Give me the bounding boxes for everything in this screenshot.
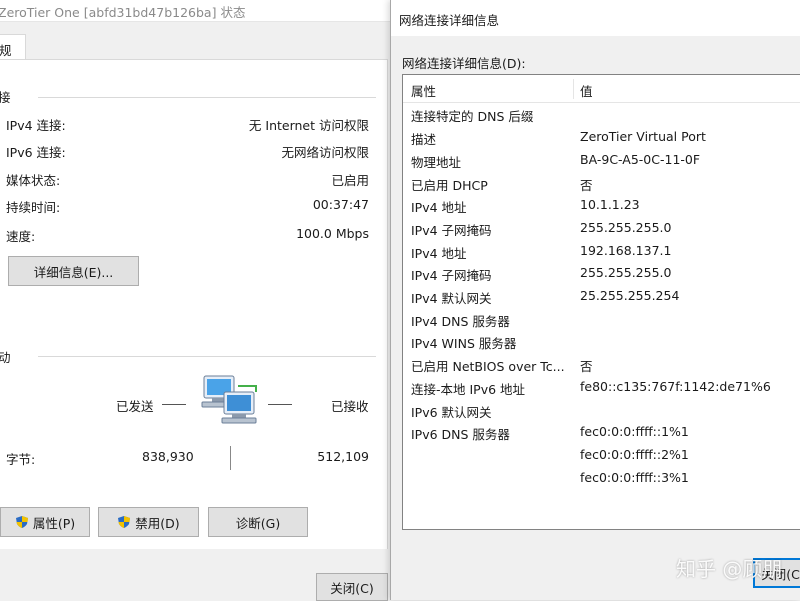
row-value: fec0:0:0:ffff::1%1 bbox=[580, 424, 689, 439]
column-header-value[interactable]: 值 bbox=[580, 81, 593, 100]
bytes-label: 字节: bbox=[6, 452, 36, 467]
ipv6-connectivity-label: IPv6 连接: bbox=[6, 145, 66, 160]
uac-shield-icon bbox=[15, 516, 28, 528]
row-property: 物理地址 bbox=[411, 155, 462, 170]
row-property: IPv4 默认网关 bbox=[411, 291, 492, 306]
row-value: 否 bbox=[580, 178, 593, 193]
row-property: 已启用 DHCP bbox=[411, 178, 488, 193]
disable-button-label: 禁用(D) bbox=[135, 515, 180, 531]
media-state-label: 媒体状态: bbox=[6, 173, 61, 188]
status-titlebar[interactable]: ZeroTier One [abfd31bd47b126ba] 状态 bbox=[0, 0, 392, 22]
row-property: IPv4 子网掩码 bbox=[411, 268, 492, 283]
list-header: 属性 值 bbox=[403, 75, 800, 103]
row-property: IPv6 DNS 服务器 bbox=[411, 427, 510, 442]
details-dialog-title: 网络连接详细信息 bbox=[399, 13, 500, 28]
sent-line bbox=[162, 404, 186, 405]
watermark: 知乎 @顾朋 bbox=[676, 553, 782, 582]
row-value: fec0:0:0:ffff::2%1 bbox=[580, 447, 689, 462]
ipv4-connectivity-label: IPv4 连接: bbox=[6, 118, 66, 133]
details-list-label: 网络连接详细信息(D): bbox=[402, 56, 526, 71]
received-line bbox=[268, 404, 292, 405]
row-property: IPv4 WINS 服务器 bbox=[411, 336, 517, 351]
network-computers-icon bbox=[201, 375, 257, 424]
sent-label: 已发送 bbox=[116, 399, 154, 414]
status-close-button-label: 关闭(C) bbox=[330, 580, 374, 596]
row-property: IPv4 子网掩码 bbox=[411, 223, 492, 238]
diagnose-button[interactable]: 诊断(G) bbox=[208, 507, 308, 537]
bytes-received-value: 512,109 bbox=[317, 449, 369, 464]
ipv4-connectivity-value: 无 Internet 访问权限 bbox=[248, 118, 369, 133]
details-button-label: 详细信息(E)... bbox=[33, 264, 114, 280]
connection-group-title: 接 bbox=[0, 90, 11, 105]
tab-general[interactable]: 规 bbox=[0, 34, 26, 60]
speed-label: 速度: bbox=[6, 229, 36, 244]
details-titlebar[interactable]: 网络连接详细信息 bbox=[391, 0, 800, 36]
row-property: IPv4 地址 bbox=[411, 200, 467, 215]
row-property: 连接特定的 DNS 后缀 bbox=[411, 109, 534, 124]
tab-general-label: 规 bbox=[0, 43, 12, 58]
ipv6-connectivity-value: 无网络访问权限 bbox=[281, 145, 369, 160]
diagnose-button-label: 诊断(G) bbox=[235, 515, 281, 531]
received-label: 已接收 bbox=[331, 399, 369, 414]
row-property: IPv4 DNS 服务器 bbox=[411, 314, 510, 329]
column-header-property[interactable]: 属性 bbox=[411, 81, 436, 100]
properties-button[interactable]: 属性(P) bbox=[0, 507, 90, 537]
row-value: fec0:0:0:ffff::3%1 bbox=[580, 470, 689, 485]
status-window-title: ZeroTier One [abfd31bd47b126ba] 状态 bbox=[0, 5, 246, 20]
row-property: IPv6 默认网关 bbox=[411, 405, 492, 420]
duration-label: 持续时间: bbox=[6, 200, 61, 215]
duration-value: 00:37:47 bbox=[312, 197, 369, 212]
status-panel: 接 IPv4 连接: 无 Internet 访问权限 IPv6 连接: 无网络访… bbox=[0, 59, 388, 549]
row-property: 已启用 NetBIOS over Tc... bbox=[411, 359, 565, 374]
speed-value: 100.0 Mbps bbox=[296, 226, 369, 241]
row-value: 192.168.137.1 bbox=[580, 243, 672, 258]
status-close-button[interactable]: 关闭(C) bbox=[316, 573, 388, 601]
media-state-value: 已启用 bbox=[331, 173, 369, 188]
properties-button-label: 属性(P) bbox=[32, 515, 76, 531]
activity-group-title: 动 bbox=[0, 350, 11, 365]
details-list[interactable]: 属性 值 连接特定的 DNS 后缀 描述 ZeroTier Virtual Por… bbox=[402, 74, 800, 530]
details-button[interactable]: 详细信息(E)... bbox=[8, 256, 139, 286]
disable-button[interactable]: 禁用(D) bbox=[98, 507, 199, 537]
bytes-divider bbox=[230, 446, 231, 470]
connection-group-divider bbox=[38, 97, 376, 98]
row-value: 255.255.255.0 bbox=[580, 265, 672, 280]
watermark-text: 知乎 @顾朋 bbox=[676, 557, 783, 581]
row-value: fe80::c135:767f:1142:de71%6 bbox=[580, 379, 771, 394]
bytes-sent-value: 838,930 bbox=[142, 449, 194, 464]
activity-group-divider bbox=[38, 356, 376, 357]
row-value: 10.1.1.23 bbox=[580, 197, 640, 212]
row-value: ZeroTier Virtual Port bbox=[580, 129, 706, 144]
row-property: 描述 bbox=[411, 132, 437, 147]
row-value: BA-9C-A5-0C-11-0F bbox=[580, 152, 701, 167]
column-separator[interactable] bbox=[573, 79, 574, 99]
row-value: 否 bbox=[580, 359, 593, 374]
row-value: 255.255.255.0 bbox=[580, 220, 672, 235]
uac-shield-icon bbox=[118, 516, 131, 528]
row-value: 25.255.255.254 bbox=[580, 288, 680, 303]
status-window: ZeroTier One [abfd31bd47b126ba] 状态 规 接 I… bbox=[0, 0, 392, 601]
row-property: IPv4 地址 bbox=[411, 246, 467, 261]
row-property: 连接-本地 IPv6 地址 bbox=[411, 382, 526, 397]
details-dialog: 网络连接详细信息 网络连接详细信息(D): 属性 值 连接特定的 DNS 后缀 … bbox=[390, 0, 800, 600]
